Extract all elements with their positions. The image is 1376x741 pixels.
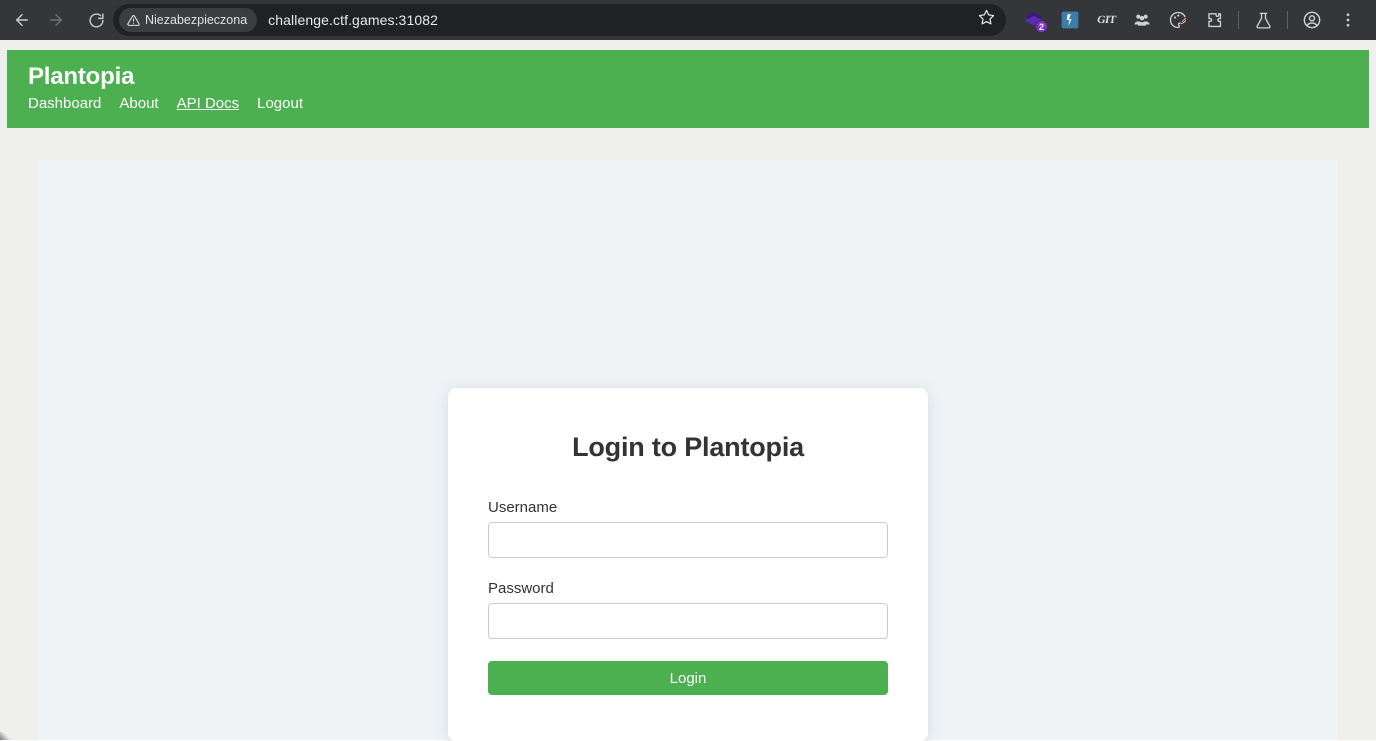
nav-link-dashboard[interactable]: Dashboard [28,95,101,112]
back-button[interactable] [6,4,38,36]
git-extension-icon[interactable]: GIT [1088,2,1124,38]
people-group-extension-icon[interactable] [1124,2,1160,38]
address-bar[interactable]: Niezabezpieczona challenge.ctf.games:310… [113,4,1006,36]
page-viewport: Plantopia Dashboard About API Docs Logou… [0,40,1376,741]
toolbar-divider-2 [1287,11,1288,29]
git-extension-label: GIT [1095,14,1117,26]
nav-link-logout[interactable]: Logout [257,95,303,112]
url-text: challenge.ctf.games:31082 [268,12,438,28]
login-submit-button[interactable]: Login [488,661,888,695]
puzzle-extensions-icon[interactable] [1196,2,1232,38]
flask-labs-icon[interactable] [1245,2,1281,38]
main-content-area: Login to Plantopia Username Password Log… [38,160,1337,741]
login-card: Login to Plantopia Username Password Log… [448,388,928,741]
password-label: Password [488,580,554,597]
layers-extension-icon[interactable]: 2 [1016,2,1052,38]
forward-button[interactable] [40,4,72,36]
viewport-corner-artifact [0,732,18,740]
security-status-label: Niezabezpieczona [145,13,248,27]
password-input[interactable] [488,603,888,639]
blue-tool-extension-icon[interactable] [1052,2,1088,38]
nav-link-api-docs[interactable]: API Docs [177,95,240,112]
account-circle-icon[interactable] [1294,2,1330,38]
reload-icon [88,12,105,29]
toolbar-divider-1 [1238,11,1239,29]
star-icon [978,9,995,31]
warning-triangle-icon [127,14,140,27]
extension-badge-count: 2 [1035,20,1048,33]
palette-pencil-extension-icon[interactable] [1160,2,1196,38]
site-brand: Plantopia [28,63,135,90]
browser-nav-buttons [0,4,112,36]
three-dot-menu-icon[interactable] [1330,2,1366,38]
site-nav-links: Dashboard About API Docs Logout [28,95,1369,112]
browser-toolbar: Niezabezpieczona challenge.ctf.games:310… [0,0,1376,40]
nav-link-about[interactable]: About [119,95,158,112]
username-label: Username [488,499,558,516]
reload-button[interactable] [80,4,112,36]
login-title: Login to Plantopia [572,432,804,462]
arrow-right-icon [47,11,65,29]
username-input[interactable] [488,522,888,558]
arrow-left-icon [13,11,31,29]
extension-toolbar: 2 GIT [1016,0,1366,40]
bookmark-button[interactable] [974,8,998,32]
site-navbar: Plantopia Dashboard About API Docs Logou… [7,50,1369,128]
security-status-chip[interactable]: Niezabezpieczona [119,8,258,32]
